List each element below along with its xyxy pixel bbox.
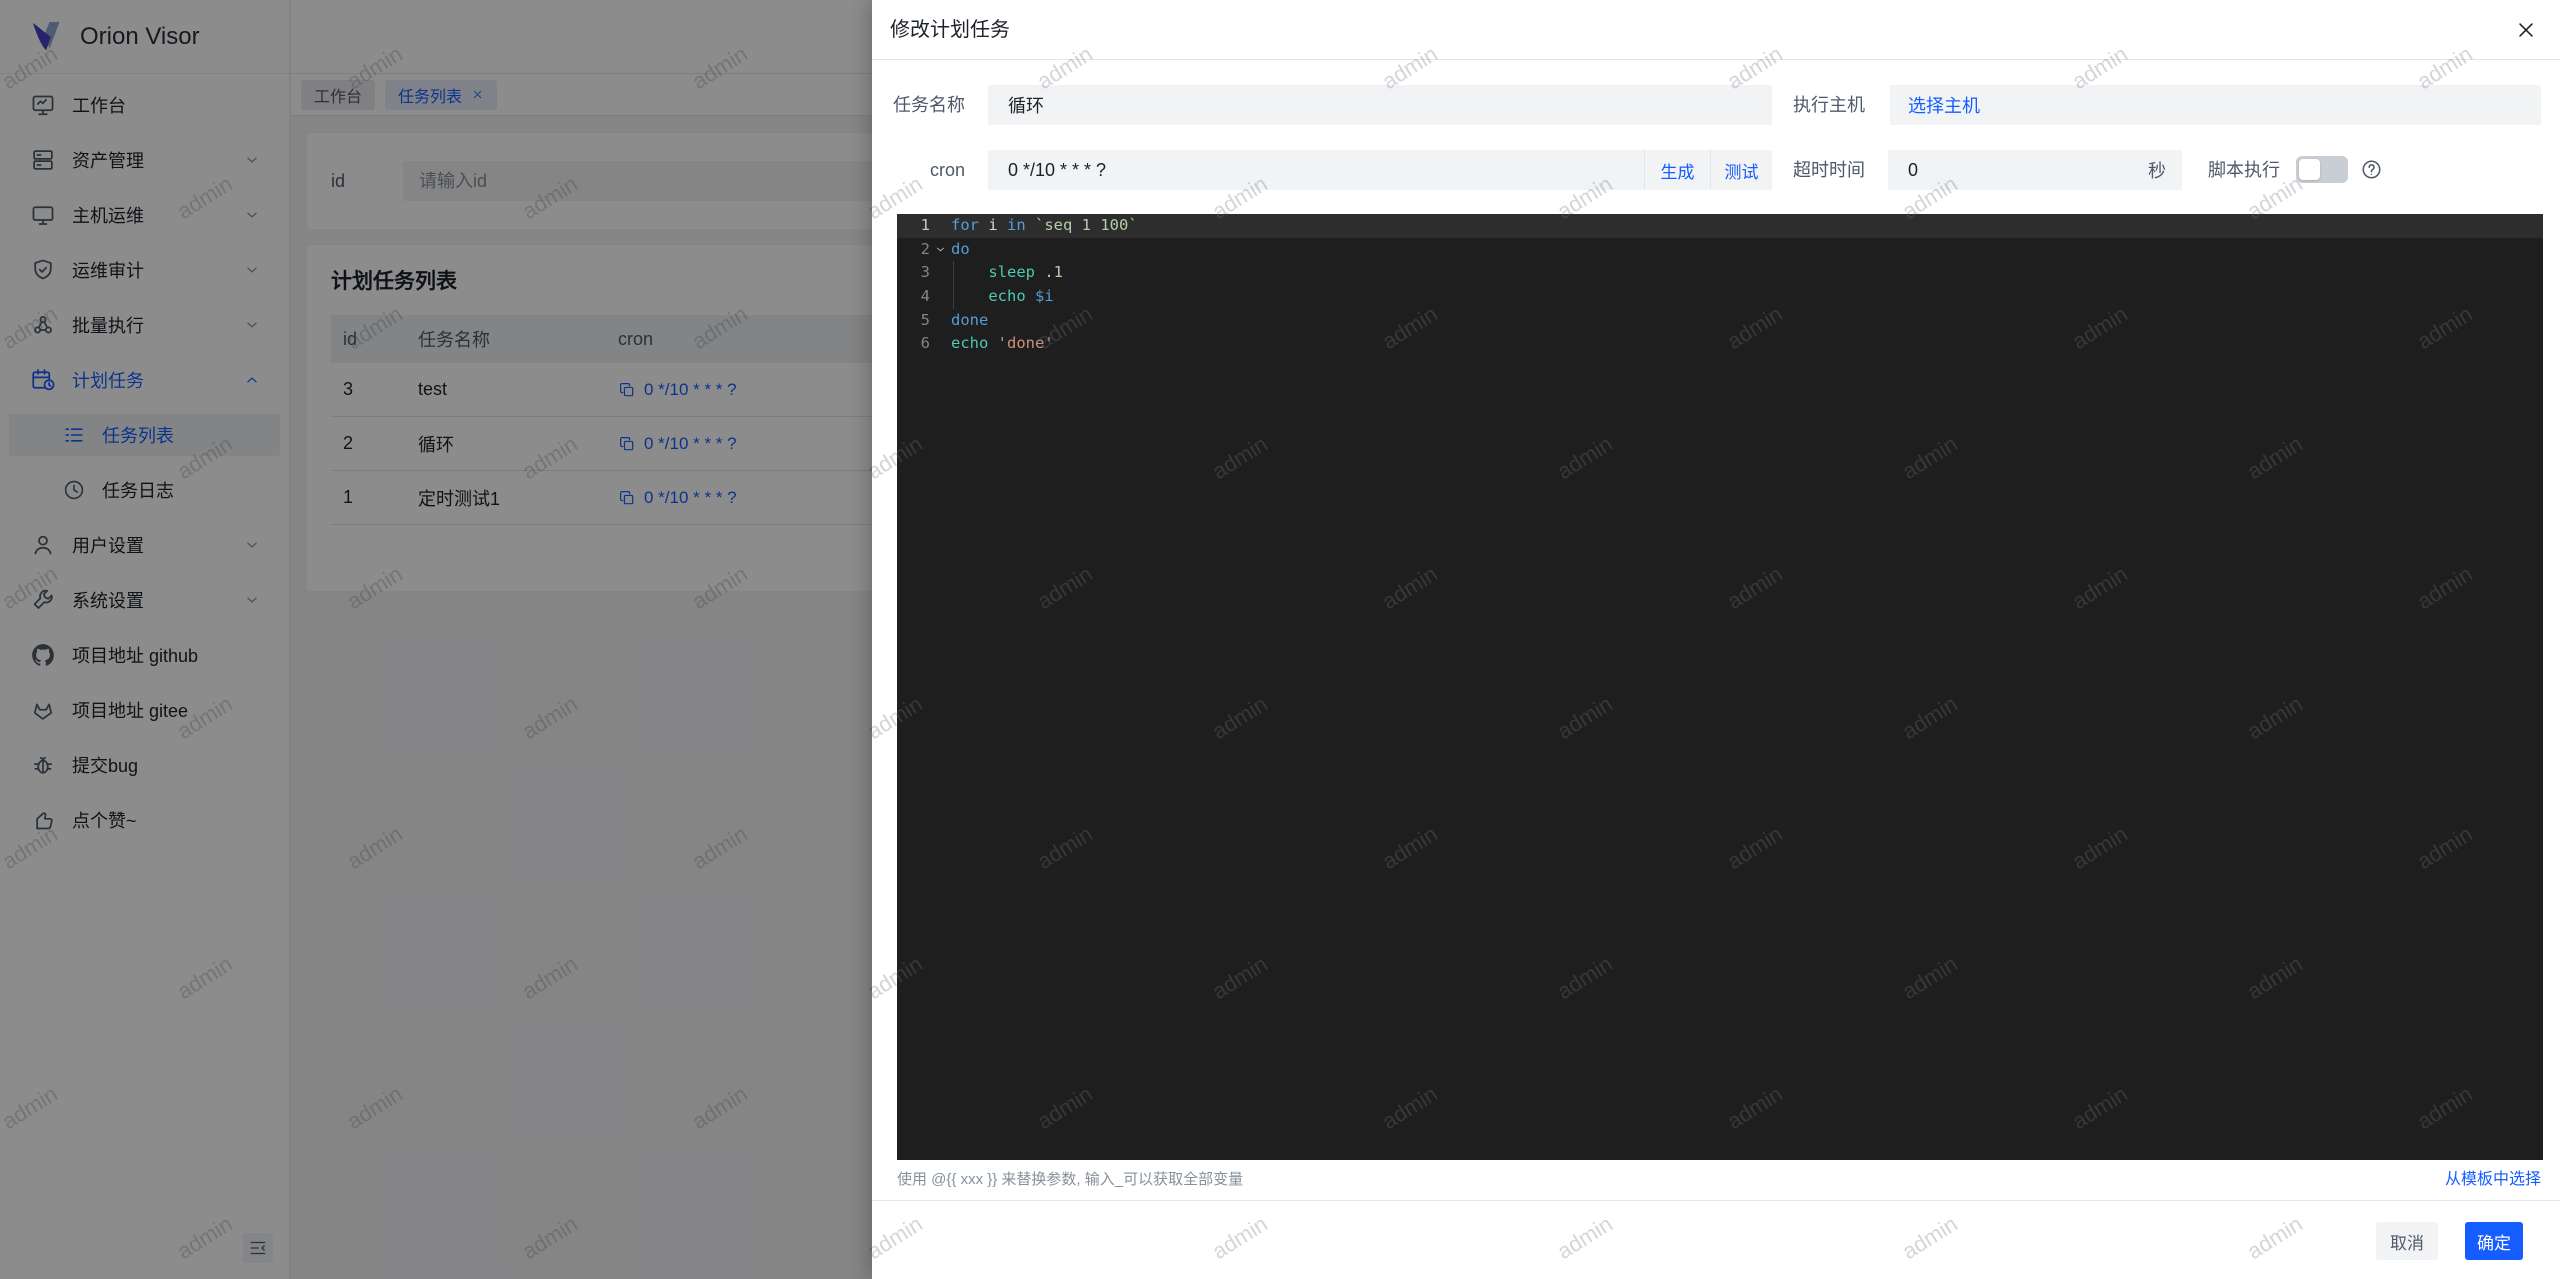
code-text: echo 'done' — [951, 334, 1054, 353]
fold-gutter[interactable] — [930, 238, 951, 262]
code-text: echo $i — [988, 287, 1054, 306]
confirm-button[interactable]: 确定 — [2465, 1222, 2523, 1260]
cron-field: 生成 测试 — [988, 150, 1772, 190]
modal-footer: 取消 确定 — [872, 1200, 2560, 1279]
editor-hint-row: 使用 @{{ xxx }} 来替换参数, 输入_可以获取全部变量 从模板中选择 — [872, 1160, 2560, 1200]
task-name-field — [988, 85, 1772, 125]
line-number: 4 — [920, 287, 930, 306]
script-exec-toggle[interactable] — [2296, 156, 2348, 183]
select-host-link[interactable]: 选择主机 — [1908, 92, 1980, 118]
code-text: for i in `seq 1 100` — [951, 216, 1138, 234]
editor-line: 6 echo 'done' — [897, 332, 2543, 356]
editor-line: 3 sleep .1 — [897, 261, 2543, 286]
timeout-label: 超时时间 — [1793, 160, 1865, 180]
script-code-editor[interactable]: 1 for i in `seq 1 100` 2 do 3 sleep .1 4 echo… — [897, 214, 2543, 1160]
timeout-field: 秒 — [1888, 150, 2182, 190]
line-number: 1 — [920, 216, 930, 234]
editor-line: 5 done — [897, 309, 2543, 333]
cron-generate-button[interactable]: 生成 — [1644, 150, 1710, 190]
modal-header: 修改计划任务 — [872, 0, 2560, 60]
line-number: 5 — [920, 310, 930, 329]
task-name-input[interactable] — [988, 85, 1772, 125]
cron-label: cron — [929, 160, 965, 180]
help-icon[interactable] — [2360, 158, 2383, 186]
line-number: 2 — [920, 239, 930, 258]
task-name-label: 任务名称 — [893, 95, 965, 115]
line-number: 6 — [920, 334, 930, 353]
fold-gutter — [930, 285, 951, 309]
editor-line: 2 do — [897, 238, 2543, 262]
code-text: do — [951, 239, 970, 258]
line-number: 3 — [920, 263, 930, 282]
close-icon[interactable] — [2510, 14, 2542, 46]
fold-gutter — [930, 332, 951, 356]
exec-host-label: 执行主机 — [1793, 95, 1865, 115]
exec-host-field: 选择主机 — [1890, 85, 2541, 125]
cron-input[interactable] — [988, 150, 1644, 190]
fold-gutter — [930, 214, 951, 238]
script-exec-label: 脚本执行 — [2208, 160, 2280, 180]
toggle-knob — [2299, 159, 2320, 180]
fold-chevron-icon — [937, 247, 944, 252]
edit-task-modal: 修改计划任务 任务名称 执行主机 选择主机 cron 生成 测试 超时时间 秒 … — [872, 0, 2560, 1279]
timeout-input[interactable] — [1888, 150, 2148, 190]
editor-line: 4 echo $i — [897, 285, 2543, 309]
cron-test-button[interactable]: 测试 — [1710, 150, 1772, 190]
select-from-template-link[interactable]: 从模板中选择 — [2445, 1160, 2541, 1200]
modal-title: 修改计划任务 — [890, 19, 1010, 41]
parameter-hint-text: 使用 @{{ xxx }} 来替换参数, 输入_可以获取全部变量 — [897, 1171, 1244, 1188]
fold-gutter — [930, 261, 951, 285]
timeout-unit-label: 秒 — [2148, 161, 2166, 181]
indent-guide — [953, 285, 954, 309]
indent-guide — [953, 261, 954, 286]
code-text: done — [951, 310, 989, 329]
cancel-button[interactable]: 取消 — [2376, 1222, 2438, 1260]
editor-line: 1 for i in `seq 1 100` — [897, 214, 2543, 238]
code-text: sleep .1 — [988, 263, 1064, 282]
fold-gutter — [930, 309, 951, 333]
